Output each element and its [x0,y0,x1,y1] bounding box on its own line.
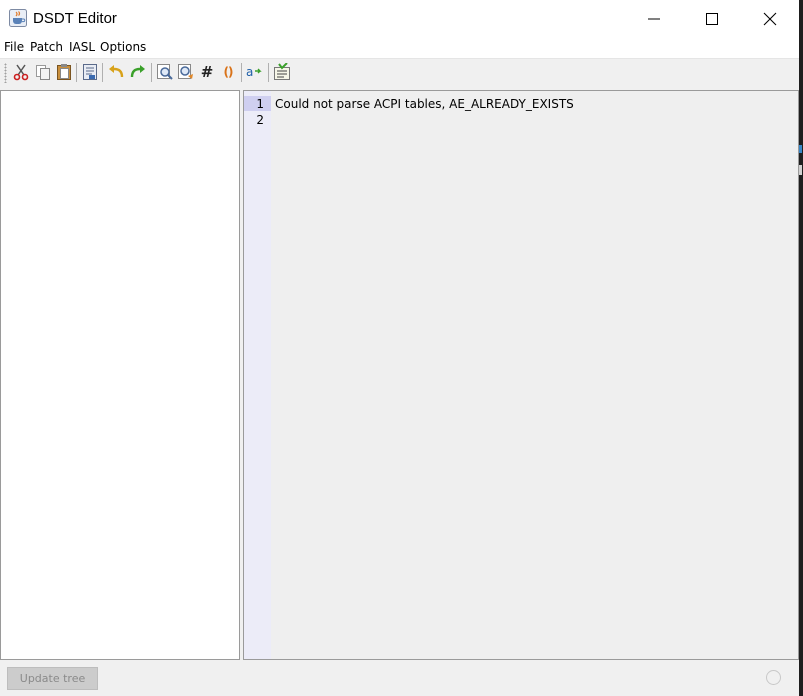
java-cup-icon [9,9,27,27]
status-bar: Update tree [0,660,799,696]
save-icon [83,64,97,80]
close-button[interactable] [741,0,799,38]
window-title: DSDT Editor [33,10,117,27]
undo-button[interactable] [105,61,127,83]
copy-icon [36,65,50,80]
update-tree-button[interactable]: Update tree [7,667,98,690]
code-editor[interactable]: 1 2 Could not parse ACPI tables, AE_ALRE… [243,90,799,660]
toolbar-grip[interactable] [4,63,7,83]
find-replace-icon [178,64,193,79]
line-number-gutter: 1 2 [244,91,271,659]
maximize-icon [706,13,718,25]
hash-icon: # [200,63,214,81]
menu-patch[interactable]: Patch [30,40,63,54]
paste-icon [57,64,71,80]
background-mark [799,165,802,175]
svg-text:a: a [246,65,253,79]
toolbar-separator [102,63,103,82]
title-bar: DSDT Editor [0,0,799,38]
acpi-tree-panel[interactable] [0,90,240,660]
compile-button[interactable] [271,61,293,83]
cut-icon [13,64,29,81]
braces-button[interactable]: () [217,61,239,83]
toolbar-separator [268,63,269,82]
find-replace-button[interactable] [175,61,197,83]
code-line: Could not parse ACPI tables, AE_ALREADY_… [275,97,574,111]
background-window-strip [799,0,803,696]
autocomplete-icon: a [246,65,262,79]
toolbar-separator [151,63,152,82]
autocomplete-button[interactable]: a [244,61,266,83]
maximize-button[interactable] [683,0,741,38]
redo-button[interactable] [127,61,149,83]
toolbar: # () a [0,59,799,87]
find-button[interactable] [154,61,176,83]
paste-button[interactable] [53,61,75,83]
minimize-icon [648,18,660,20]
hash-button[interactable]: # [196,61,218,83]
cut-button[interactable] [10,61,32,83]
menu-bar: File Patch IASL Options [0,38,799,59]
line-number: 2 [256,113,264,127]
save-button[interactable] [79,61,101,83]
toolbar-separator [76,63,77,82]
find-icon [157,64,173,80]
menu-file[interactable]: File [4,40,24,54]
close-icon [763,12,777,26]
compile-icon [274,63,290,80]
toolbar-separator [241,63,242,82]
background-mark [799,145,802,153]
braces-icon: () [223,65,234,79]
menu-iasl[interactable]: IASL [69,40,95,54]
minimize-button[interactable] [625,0,683,38]
redo-icon [130,65,145,78]
undo-icon [109,65,124,78]
copy-button[interactable] [32,61,54,83]
dsdt-editor-window: DSDT Editor File Patch IASL Options # ()… [0,0,800,696]
line-number: 1 [256,97,264,111]
menu-options[interactable]: Options [100,40,146,54]
progress-spinner-icon [766,670,781,685]
